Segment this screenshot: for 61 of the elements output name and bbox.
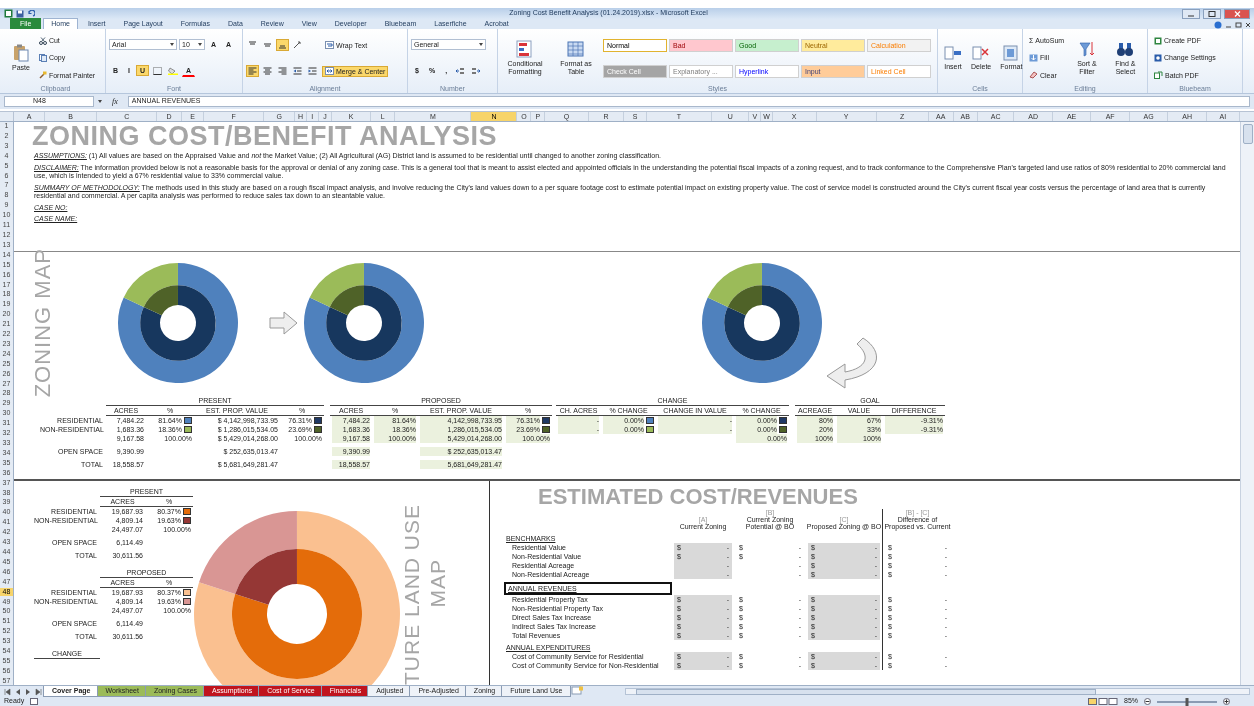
filter-icon [1077, 40, 1096, 58]
border-icon [153, 66, 163, 75]
close-icon [1232, 9, 1242, 18]
align-left-icon [248, 67, 257, 75]
save-icon[interactable] [16, 9, 24, 18]
sheet-title: ZONING COST/BENEFIT ANALYSIS [32, 122, 498, 153]
zoom-in-icon[interactable] [1223, 698, 1230, 705]
insert-cells-icon [944, 45, 962, 61]
maximize-icon [1207, 9, 1217, 18]
section-title: ESTIMATED COST/REVENUES [537, 483, 859, 510]
batch-icon [1154, 71, 1163, 80]
align-center-icon [263, 67, 272, 75]
format-cells-icon [1002, 45, 1021, 61]
delete-cells-icon [972, 45, 991, 61]
caret-icon [198, 43, 202, 47]
document-icon [1154, 36, 1162, 45]
zoom-out-icon[interactable] [1144, 698, 1151, 705]
clipboard-icon [12, 44, 29, 62]
tab-scroll-icon[interactable] [34, 687, 42, 696]
caret-icon [479, 43, 483, 47]
scissors-icon [38, 36, 47, 45]
text-angle-icon [293, 41, 302, 49]
map-heading: MAP [426, 558, 451, 608]
table-icon [567, 40, 585, 58]
fill-down-icon [1029, 54, 1038, 62]
spreadsheet-logo-icon[interactable] [4, 9, 13, 18]
undo-icon[interactable] [27, 9, 35, 18]
copy-icon [38, 54, 47, 62]
function-button[interactable]: fx [106, 96, 124, 107]
settings-icon [1154, 54, 1162, 62]
align-right-icon [278, 67, 287, 75]
right-arrow [269, 310, 300, 336]
zoom-slider[interactable] [1157, 700, 1217, 703]
view-mode-icon[interactable] [1088, 698, 1118, 705]
conditional-formatting-icon [516, 40, 534, 58]
caret-icon [170, 43, 174, 47]
merge-cells-icon [325, 67, 334, 75]
vertical-scrollbar[interactable] [1240, 122, 1254, 685]
tab-scroll-icon[interactable] [4, 687, 12, 696]
align-middle-icon [263, 41, 272, 49]
map-heading: TURE LAND USE [400, 503, 424, 685]
binoculars-icon [1116, 40, 1135, 58]
decrease-indent-icon [293, 67, 302, 75]
maximize-button[interactable] [1203, 8, 1221, 19]
increase-indent-icon [308, 67, 317, 75]
paintbrush-icon [38, 71, 47, 80]
horizontal-scrollbar[interactable] [625, 688, 1250, 695]
macro-record-icon[interactable] [30, 698, 39, 705]
help-icon[interactable] [1214, 21, 1222, 29]
scroll-thumb[interactable] [1242, 124, 1253, 144]
ribbon-button[interactable] [291, 39, 304, 51]
map-heading: ZONING MAP [30, 248, 56, 398]
eraser-icon [1029, 71, 1038, 80]
ribbon-button[interactable] [151, 64, 165, 77]
decrease-decimal-icon [471, 66, 482, 75]
wrap-text-icon [325, 41, 334, 49]
caret-icon[interactable] [98, 100, 102, 103]
slider-thumb[interactable] [1185, 697, 1189, 706]
increase-decimal-icon [455, 66, 466, 75]
scroll-thumb[interactable] [636, 688, 1097, 695]
paint-bucket-icon [168, 66, 179, 75]
